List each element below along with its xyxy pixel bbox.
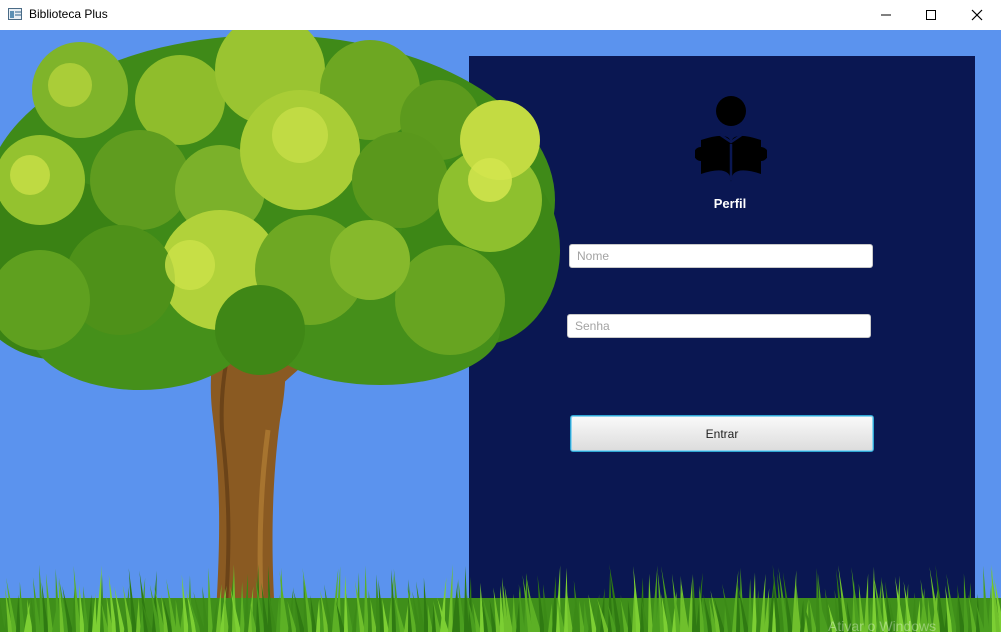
maximize-icon xyxy=(926,10,936,20)
title-bar[interactable]: Biblioteca Plus xyxy=(0,0,1001,30)
minimize-icon xyxy=(881,14,891,16)
close-button[interactable] xyxy=(954,0,1000,30)
login-window-content: Perfil Entrar Ativar o Windows xyxy=(0,30,1001,632)
profile-label: Perfil xyxy=(713,196,747,211)
window-title: Biblioteca Plus xyxy=(29,7,108,21)
tree-illustration xyxy=(0,30,560,630)
enter-button[interactable]: Entrar xyxy=(570,415,874,452)
minimize-button[interactable] xyxy=(863,0,909,30)
name-field[interactable] xyxy=(569,244,873,268)
watermark-text: Ativar o Windows xyxy=(828,618,937,632)
maximize-button[interactable] xyxy=(908,0,954,30)
reader-person-icon xyxy=(695,96,767,182)
app-window-icon xyxy=(8,8,22,20)
password-field[interactable] xyxy=(567,314,871,338)
close-icon xyxy=(971,9,983,21)
